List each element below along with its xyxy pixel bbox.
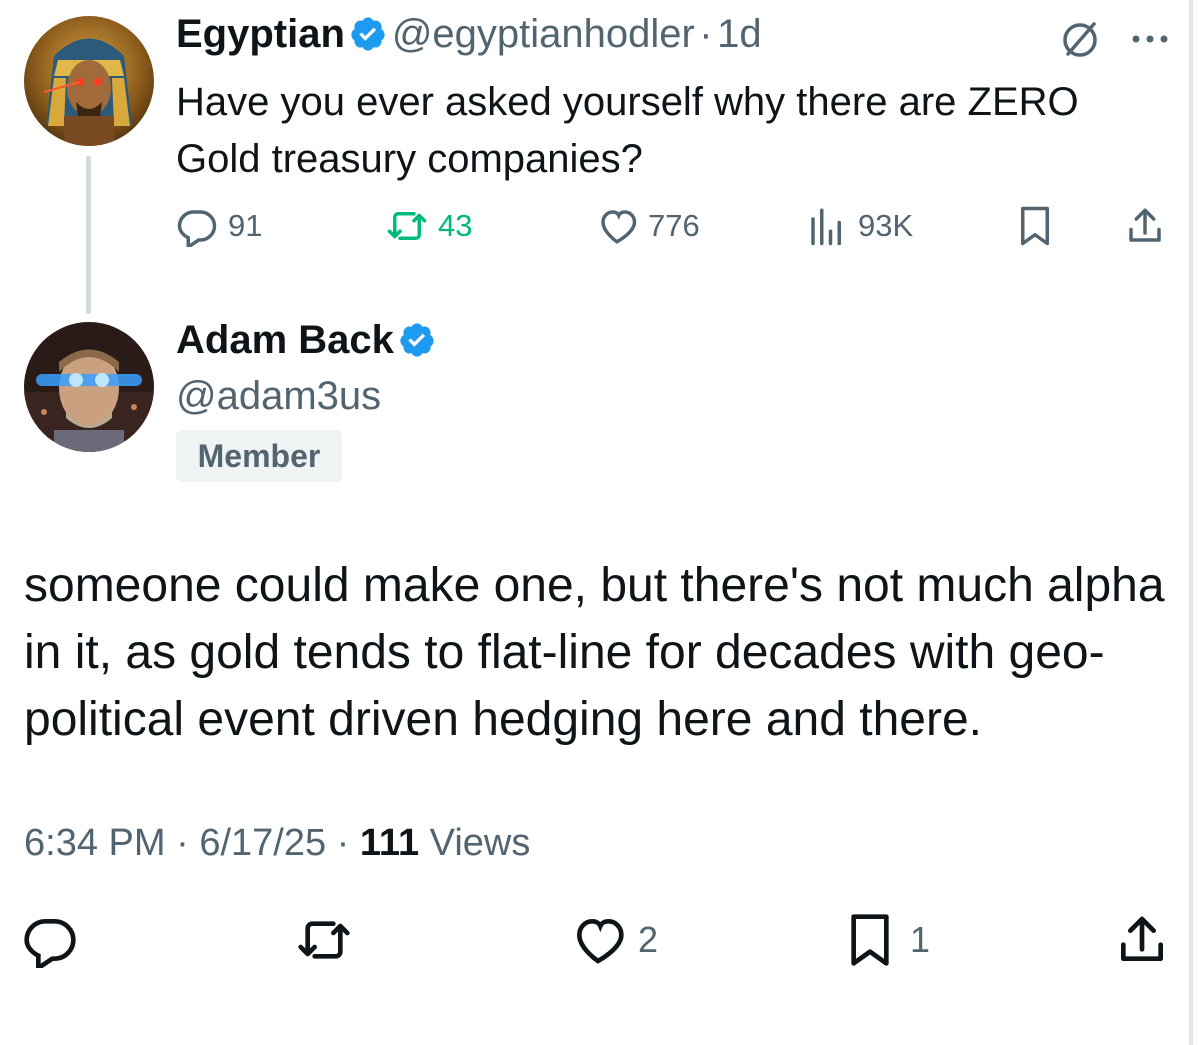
tweet-thread-view: Egyptian @egyptianhodler · 1d Have you e…: [0, 0, 1199, 1045]
parent-views-button[interactable]: 93K: [806, 205, 913, 247]
reply-meta: 6:34 PM · 6/17/25 · 111 Views: [24, 822, 530, 865]
parent-bookmark-button[interactable]: [1014, 205, 1066, 247]
parent-share-button[interactable]: [1124, 205, 1176, 247]
reply-author-header: Adam Back: [176, 318, 436, 363]
meta-separator: ·: [336, 822, 350, 864]
parent-reply-count: 91: [228, 208, 263, 243]
verified-badge-icon: [351, 17, 386, 51]
parent-views-count: 93K: [858, 208, 914, 243]
reply-reply-button[interactable]: [22, 912, 90, 968]
reply-bookmark-count: 1: [910, 919, 931, 960]
verified-badge-icon: [400, 323, 435, 357]
grok-icon[interactable]: [1058, 18, 1102, 62]
reply-date[interactable]: 6/17/25: [199, 822, 326, 864]
parent-author-handle[interactable]: @egyptianhodler: [392, 12, 695, 56]
reply-author-handle[interactable]: @adam3us: [176, 374, 381, 419]
reply-share-button[interactable]: [1114, 912, 1182, 968]
like-icon: [576, 918, 624, 964]
repost-icon: [298, 921, 350, 959]
parent-author-name[interactable]: Egyptian: [176, 12, 345, 56]
parent-tweet-text: Have you ever asked yourself why there a…: [176, 80, 1079, 181]
reply-views-count: 111: [359, 822, 420, 864]
parent-like-count: 776: [648, 208, 700, 243]
header-separator: ·: [699, 12, 713, 56]
parent-action-bar: 91 43 776 93K: [0, 205, 1199, 257]
parent-repost-button[interactable]: 43: [386, 205, 472, 247]
parent-like-button[interactable]: 776: [596, 205, 700, 247]
reply-icon: [177, 210, 217, 247]
parent-reply-button[interactable]: 91: [176, 205, 262, 247]
reply-author-name[interactable]: Adam Back: [176, 318, 394, 362]
more-icon[interactable]: [1130, 32, 1170, 46]
meta-separator: ·: [176, 822, 189, 864]
reply-icon: [24, 919, 76, 968]
reply-repost-button[interactable]: [296, 912, 364, 968]
bookmark-icon: [1021, 206, 1049, 246]
share-icon: [1129, 208, 1161, 242]
views-icon: [811, 208, 841, 246]
reply-like-count: 2: [638, 919, 659, 960]
reply-tweet-text: someone could make one, but there's not …: [24, 559, 1165, 746]
adam-back-avatar[interactable]: [24, 322, 154, 452]
reply-action-bar: 2 1: [0, 912, 1199, 972]
reply-time[interactable]: 6:34 PM: [24, 822, 166, 864]
parent-time[interactable]: 1d: [717, 12, 762, 56]
repost-icon: [387, 212, 427, 240]
scrollbar-track[interactable]: [1189, 0, 1193, 1045]
reply-bookmark-button[interactable]: 1: [842, 912, 930, 968]
egyptian-avatar[interactable]: [24, 16, 154, 146]
share-icon: [1121, 916, 1163, 961]
parent-repost-count: 43: [438, 208, 473, 243]
parent-tweet-header: Egyptian @egyptianhodler · 1d: [176, 12, 762, 57]
member-badge: Member: [176, 430, 342, 482]
bookmark-icon: [851, 914, 889, 966]
like-icon: [601, 210, 637, 244]
reply-like-button[interactable]: 2: [570, 912, 658, 968]
reply-views-label: Views: [429, 822, 531, 864]
